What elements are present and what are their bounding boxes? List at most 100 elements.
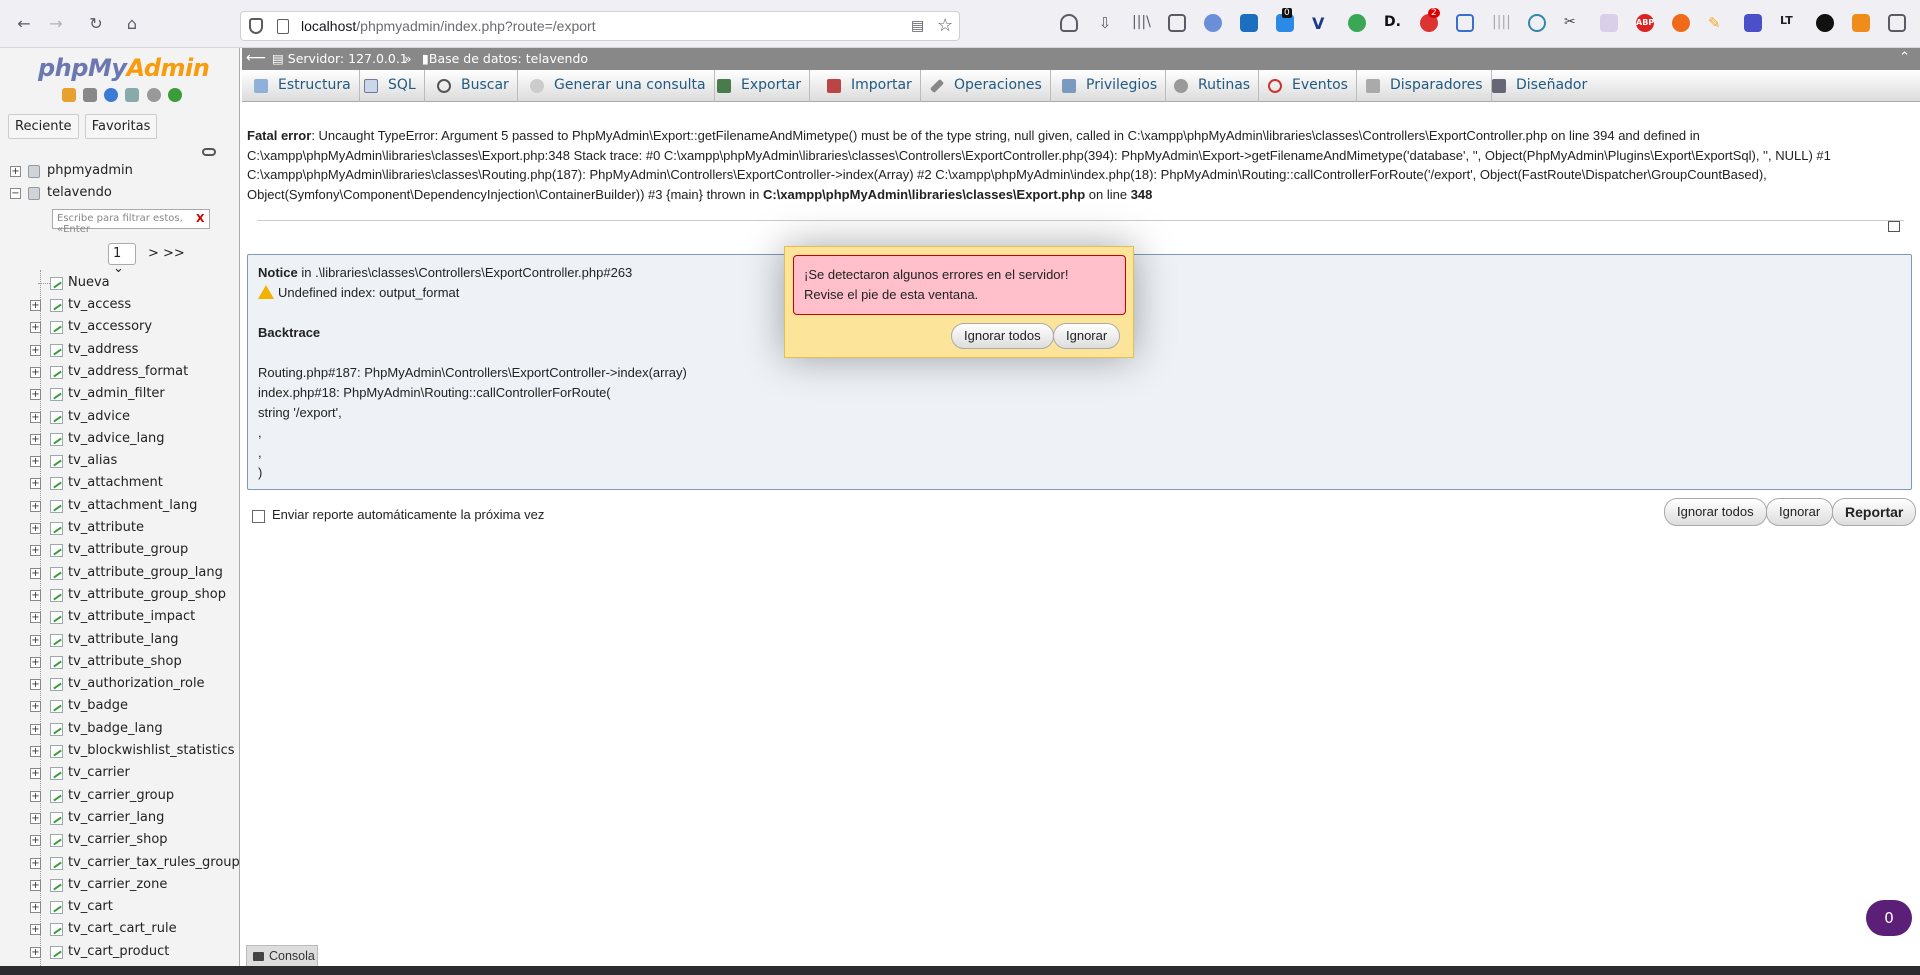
table-icon[interactable]: [50, 410, 63, 424]
table-icon[interactable]: [50, 878, 63, 892]
table-name[interactable]: tv_carrier_zone: [68, 877, 167, 892]
table-name[interactable]: tv_attribute_lang: [68, 632, 179, 647]
tab-eventos[interactable]: Eventos: [1256, 70, 1357, 102]
expand-icon[interactable]: +: [10, 166, 21, 177]
table-icon[interactable]: [50, 811, 63, 825]
table-name[interactable]: tv_advice_lang: [68, 431, 165, 446]
extension-green-icon[interactable]: [1348, 14, 1366, 32]
expand-icon[interactable]: +: [30, 857, 41, 869]
report-button[interactable]: Reportar: [1832, 498, 1917, 526]
table-name[interactable]: tv_access: [68, 297, 131, 312]
phpmyadmin-logo[interactable]: phpMyAdmin: [38, 54, 210, 82]
table-name[interactable]: tv_cart: [68, 899, 113, 914]
table-icon[interactable]: [50, 655, 63, 669]
expand-icon[interactable]: +: [30, 723, 41, 735]
extension-black-icon[interactable]: [1816, 14, 1834, 32]
expand-icon[interactable]: +: [30, 322, 41, 334]
expand-icon[interactable]: +: [30, 344, 41, 356]
pocket-icon[interactable]: [1060, 14, 1078, 32]
reader-view-icon[interactable]: ▤: [911, 18, 924, 34]
breadcrumb-server[interactable]: ▤ Servidor: 127.0.0.1: [272, 51, 408, 66]
docs-icon[interactable]: [125, 88, 140, 102]
table-name[interactable]: tv_attachment: [68, 475, 163, 490]
tab-operaciones[interactable]: Operaciones: [918, 70, 1051, 102]
table-name[interactable]: tv_blockwishlist_statistics: [68, 743, 235, 758]
bookmark-star-icon[interactable]: ☆: [937, 15, 953, 36]
console-tab[interactable]: Consola: [246, 945, 318, 967]
extension-purple-icon[interactable]: [1600, 14, 1618, 32]
expand-icon[interactable]: +: [30, 411, 41, 423]
help-icon[interactable]: [104, 88, 119, 102]
next-page-link[interactable]: > >>: [148, 246, 185, 261]
extension-orange-square-icon[interactable]: [1852, 14, 1870, 32]
expand-icon[interactable]: +: [30, 366, 41, 378]
table-icon[interactable]: [50, 745, 63, 758]
table-name[interactable]: tv_cart_product: [68, 944, 169, 959]
expand-icon[interactable]: +: [30, 924, 41, 936]
reload-icon[interactable]: ↻: [86, 14, 106, 34]
expand-icon[interactable]: +: [30, 790, 41, 802]
expand-icon[interactable]: +: [30, 300, 41, 311]
tab-generar-consulta[interactable]: Generar una consulta: [518, 70, 715, 102]
table-name[interactable]: tv_carrier_tax_rules_group_sh: [68, 855, 239, 870]
table-icon[interactable]: [50, 611, 63, 625]
tab-estructura[interactable]: Estructura: [242, 70, 360, 102]
extension-orange-icon[interactable]: [1672, 14, 1690, 32]
table-icon[interactable]: [50, 432, 63, 446]
dialog-ignore-button[interactable]: Ignorar: [1053, 323, 1121, 349]
table-icon[interactable]: [50, 321, 63, 335]
table-name[interactable]: tv_attachment_lang: [68, 498, 197, 513]
table-name[interactable]: tv_address: [68, 342, 138, 357]
table-name[interactable]: tv_advice: [68, 409, 130, 424]
table-icon[interactable]: [50, 678, 63, 692]
sidebar-icon[interactable]: [1168, 14, 1186, 32]
expand-icon[interactable]: +: [30, 612, 41, 624]
table-name[interactable]: tv_authorization_role: [68, 676, 205, 691]
settings-icon[interactable]: [146, 88, 161, 102]
extension-edit-icon[interactable]: [1456, 14, 1474, 32]
downloads-icon[interactable]: ⇩: [1096, 14, 1114, 32]
table-icon[interactable]: [50, 700, 63, 714]
expand-icon[interactable]: +: [30, 902, 41, 914]
url-text[interactable]: localhost/phpmyadmin/index.php?route=/ex…: [301, 18, 596, 34]
table-icon[interactable]: [50, 588, 63, 602]
expand-icon[interactable]: +: [30, 545, 41, 557]
table-icon[interactable]: [50, 856, 63, 870]
back-icon[interactable]: ←: [14, 14, 34, 34]
tab-disparadores[interactable]: Disparadores: [1354, 70, 1492, 102]
table-name[interactable]: tv_attribute_group: [68, 542, 188, 557]
table-name[interactable]: tv_carrier: [68, 765, 130, 780]
tab-disenador[interactable]: Diseñador: [1480, 70, 1595, 102]
table-name[interactable]: tv_carrier_group: [68, 788, 174, 803]
home-icon[interactable]: [62, 88, 76, 102]
library-icon[interactable]: |||\: [1132, 14, 1151, 32]
recent-button[interactable]: Reciente: [8, 114, 79, 139]
table-icon[interactable]: [50, 633, 63, 647]
extension-v-icon[interactable]: V: [1312, 14, 1330, 33]
expand-icon[interactable]: +: [30, 389, 41, 401]
url-bar[interactable]: localhost/phpmyadmin/index.php?route=/ex…: [240, 11, 960, 41]
languagetool-icon[interactable]: LT: [1780, 14, 1798, 32]
breadcrumb-database[interactable]: ▮Base de datos: telavendo: [422, 51, 588, 66]
collapse-header-icon[interactable]: ⌃: [1899, 50, 1910, 65]
extension-cat-icon[interactable]: ✂: [1564, 14, 1582, 32]
tab-buscar[interactable]: Buscar: [425, 70, 518, 102]
table-name[interactable]: tv_alias: [68, 453, 117, 468]
table-icon[interactable]: [50, 455, 63, 469]
table-icon[interactable]: [50, 789, 63, 803]
table-icon[interactable]: [50, 365, 63, 379]
expand-icon[interactable]: +: [30, 478, 41, 490]
table-icon[interactable]: [50, 343, 63, 357]
expand-icon[interactable]: +: [30, 567, 41, 579]
expand-icon[interactable]: +: [30, 523, 41, 534]
expand-icon[interactable]: +: [30, 456, 41, 468]
expand-icon[interactable]: +: [30, 433, 41, 445]
table-name[interactable]: tv_attribute: [68, 520, 144, 535]
extension-bars-icon[interactable]: ||||: [1492, 14, 1511, 32]
table-name[interactable]: tv_accessory: [68, 319, 152, 334]
tab-importar[interactable]: Importar: [815, 70, 921, 102]
ignore-all-button[interactable]: Ignorar todos: [1664, 498, 1767, 526]
collapse-icon[interactable]: −: [10, 188, 21, 199]
table-name[interactable]: tv_attribute_impact: [68, 609, 195, 624]
table-icon[interactable]: [50, 477, 63, 491]
